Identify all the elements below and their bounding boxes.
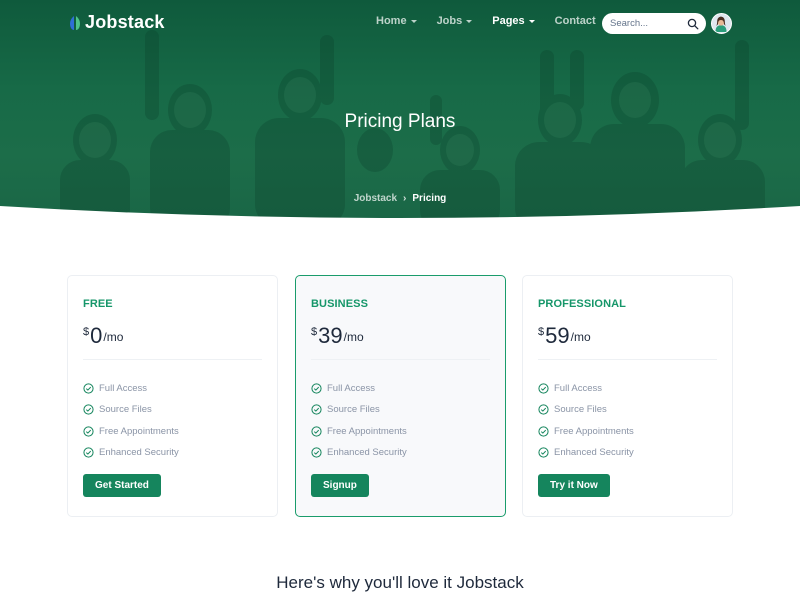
chevron-down-icon	[410, 20, 417, 23]
logo-icon	[70, 15, 80, 30]
check-circle-icon	[83, 383, 94, 394]
feature-item: Enhanced Security	[311, 442, 407, 463]
nav-item-label: Pages	[492, 15, 525, 27]
feature-item: Full Access	[311, 378, 407, 399]
pricing-card-free: FREE $ 0 /mo Full Access Source Files Fr…	[67, 275, 278, 517]
try-it-now-button[interactable]: Try it Now	[538, 474, 610, 497]
plan-name: FREE	[83, 298, 113, 310]
check-circle-icon	[538, 383, 549, 394]
price-amount: 39	[318, 323, 343, 348]
feature-label: Full Access	[554, 383, 603, 395]
breadcrumb-home-link[interactable]: Jobstack	[354, 193, 397, 204]
feature-label: Free Appointments	[554, 425, 634, 437]
card-divider	[311, 359, 490, 360]
nav-item-home[interactable]: Home	[376, 15, 417, 27]
plan-price: $ 39 /mo	[311, 323, 364, 349]
plan-price: $ 59 /mo	[538, 323, 591, 349]
pricing-card-professional: PROFESSIONAL $ 59 /mo Full Access Source…	[522, 275, 733, 517]
user-avatar[interactable]	[711, 13, 732, 34]
feature-item: Full Access	[538, 378, 634, 399]
feature-list: Full Access Source Files Free Appointmen…	[83, 378, 179, 463]
search-input[interactable]	[610, 18, 686, 29]
price-period: /mo	[343, 330, 364, 344]
nav-item-label: Contact	[554, 15, 596, 27]
brand-logo[interactable]: Jobstack	[68, 12, 165, 33]
feature-list: Full Access Source Files Free Appointmen…	[311, 378, 407, 463]
check-circle-icon	[538, 404, 549, 416]
feature-item: Full Access	[83, 378, 179, 399]
check-circle-icon	[311, 447, 322, 458]
feature-item: Source Files	[83, 399, 179, 420]
check-circle-icon	[83, 426, 94, 437]
get-started-button[interactable]: Get Started	[83, 474, 161, 497]
nav-item-contact[interactable]: Contact	[555, 15, 596, 27]
chevron-down-icon	[528, 20, 535, 23]
feature-label: Source Files	[554, 404, 607, 416]
nav-item-label: Jobs	[436, 15, 463, 27]
feature-label: Enhanced Security	[327, 447, 407, 459]
breadcrumb-separator: ›	[403, 193, 407, 204]
check-circle-icon	[311, 383, 322, 394]
feature-label: Free Appointments	[327, 425, 407, 437]
nav-item-jobs[interactable]: Jobs	[437, 15, 473, 27]
user-avatar-image	[712, 14, 730, 32]
price-amount: 0	[90, 323, 103, 348]
feature-label: Enhanced Security	[99, 447, 179, 459]
card-divider	[83, 359, 262, 360]
feature-item: Free Appointments	[311, 421, 407, 442]
feature-item: Enhanced Security	[83, 442, 179, 463]
plan-name: BUSINESS	[311, 298, 369, 310]
price-currency: $	[538, 326, 545, 338]
check-circle-icon	[538, 426, 549, 437]
price-currency: $	[311, 326, 318, 338]
check-circle-icon	[538, 447, 549, 458]
feature-item: Free Appointments	[538, 421, 634, 442]
card-divider	[538, 359, 717, 360]
chevron-down-icon	[466, 20, 473, 23]
nav-item-pages[interactable]: Pages	[492, 15, 535, 27]
feature-item: Enhanced Security	[538, 442, 634, 463]
signup-button[interactable]: Signup	[311, 474, 369, 497]
main-nav: Home Jobs Pages Contact	[376, 15, 616, 27]
brand-name: Jobstack	[85, 12, 165, 32]
check-circle-icon	[311, 426, 322, 437]
breadcrumb-current: Pricing	[412, 193, 447, 204]
top-navbar: Jobstack Home Jobs Pages Contact	[0, 0, 800, 46]
feature-label: Full Access	[99, 383, 148, 395]
nav-item-label: Home	[376, 15, 407, 27]
feature-label: Full Access	[327, 383, 376, 395]
check-circle-icon	[83, 447, 94, 458]
check-circle-icon	[311, 404, 322, 416]
plan-price: $ 0 /mo	[83, 323, 123, 349]
feature-list: Full Access Source Files Free Appointmen…	[538, 378, 634, 463]
feature-label: Source Files	[327, 404, 380, 416]
feature-item: Source Files	[311, 399, 407, 420]
price-period: /mo	[570, 330, 591, 344]
feature-item: Free Appointments	[83, 421, 179, 442]
search-box	[602, 13, 706, 34]
breadcrumb: Jobstack › Pricing	[0, 193, 800, 204]
price-amount: 59	[545, 323, 570, 348]
pricing-card-business: BUSINESS $ 39 /mo Full Access Source Fil…	[295, 275, 506, 517]
price-currency: $	[83, 326, 90, 338]
search-icon[interactable]	[687, 18, 699, 30]
feature-label: Source Files	[99, 404, 152, 416]
check-circle-icon	[83, 404, 94, 416]
section-title: Here's why you'll love it Jobstack	[276, 573, 524, 592]
feature-label: Enhanced Security	[554, 447, 634, 459]
plan-name: PROFESSIONAL	[538, 298, 626, 310]
feature-item: Source Files	[538, 399, 634, 420]
feature-label: Free Appointments	[99, 425, 179, 437]
page-title: Pricing Plans	[344, 111, 456, 132]
price-period: /mo	[103, 330, 124, 344]
